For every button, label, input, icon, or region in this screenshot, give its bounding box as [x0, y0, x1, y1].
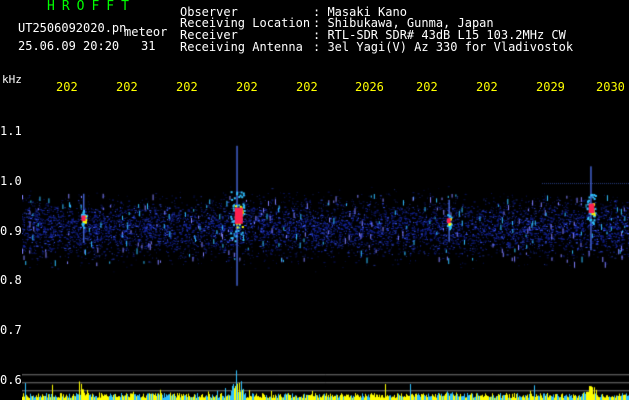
frequency-tick: 1.1: [0, 124, 22, 138]
observation-datetime: 25.06.09 20:20: [18, 39, 120, 53]
time-tick: 2030: [596, 80, 625, 94]
time-tick: 202: [416, 80, 438, 94]
time-tick: 202: [116, 80, 138, 94]
frequency-tick: 1.0: [0, 174, 22, 188]
antenna-label: Receiving Antenna: [180, 40, 303, 54]
time-tick: 202: [176, 80, 198, 94]
image-filename: UT2506092020.pn: [18, 21, 127, 35]
time-tick: 2029: [536, 80, 565, 94]
time-tick: 202: [476, 80, 498, 94]
frequency-tick: 0.8: [0, 273, 22, 287]
y-axis-unit: kHz: [2, 73, 22, 86]
spectrogram-waterfall: [22, 96, 629, 400]
time-tick: 202: [236, 80, 258, 94]
meteor-label: meteor: [124, 25, 168, 39]
sub-number: 31: [141, 39, 156, 53]
time-tick: 202: [56, 80, 78, 94]
app-title: HROFFT: [47, 0, 136, 14]
antenna-value: : 3el Yagi(V) Az 330 for Vladivostok: [313, 40, 574, 54]
time-tick: 2026: [355, 80, 384, 94]
frequency-tick: 0.6: [0, 373, 22, 387]
frequency-tick: 0.7: [0, 323, 22, 337]
frequency-tick: 0.9: [0, 224, 22, 238]
time-tick: 202: [296, 80, 318, 94]
